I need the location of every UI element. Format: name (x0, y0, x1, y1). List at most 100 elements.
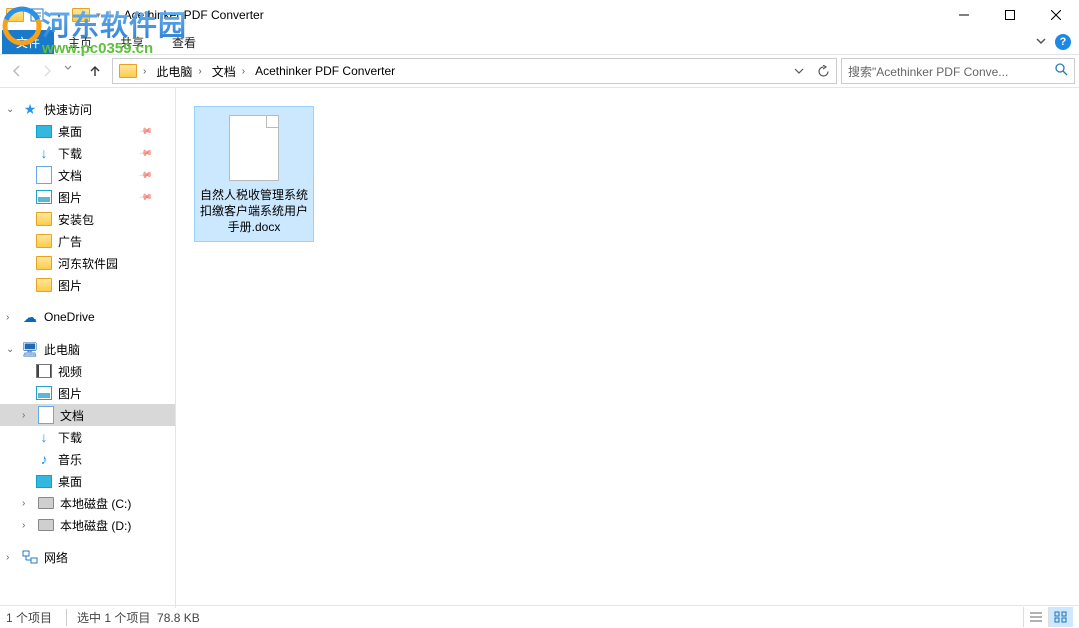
view-details-button[interactable] (1023, 607, 1048, 627)
tree-label: 广告 (58, 233, 82, 250)
tree-quick-item[interactable]: 图片 📌 (0, 186, 175, 208)
search-icon (1055, 63, 1068, 79)
tree-pc-item[interactable]: ↓ 下载 (0, 426, 175, 448)
tree-quick-item[interactable]: 图片 (0, 274, 175, 296)
tree-pc-item[interactable]: ›本地磁盘 (D:) (0, 514, 175, 536)
pc-icon: 🖥 (22, 341, 38, 357)
file-tab[interactable]: 文件 (2, 30, 54, 54)
tree-quick-item[interactable]: 文档📌 (0, 164, 175, 186)
tree-label: 下载 (58, 429, 82, 446)
tree-label: 网络 (44, 549, 68, 566)
tab-home[interactable]: 主页 (54, 30, 106, 54)
file-thumbnail-icon (229, 115, 279, 181)
tree-pc-item[interactable]: 桌面 (0, 470, 175, 492)
status-selected: 选中 1 个项目 78.8 KB (66, 609, 200, 626)
expander-icon[interactable]: › (22, 498, 32, 509)
crumb-current[interactable]: Acethinker PDF Converter (251, 60, 399, 82)
close-button[interactable] (1033, 0, 1079, 30)
tab-share[interactable]: 共享 (106, 30, 158, 54)
refresh-icon[interactable] (812, 60, 834, 82)
tree-quick-item[interactable]: 桌面 📌 (0, 120, 175, 142)
nav-recent-button[interactable] (64, 58, 78, 84)
expander-icon[interactable]: › (6, 552, 16, 563)
tree-pc-item[interactable]: › 本地磁盘 (C:) (0, 492, 175, 514)
file-list-area[interactable]: 自然人税收管理系统扣缴客户端系统用户手册.docx (176, 88, 1079, 608)
tree-pc-item[interactable]: 图片 (0, 382, 175, 404)
help-icon[interactable]: ? (1055, 34, 1071, 50)
address-bar[interactable]: › 此电脑› 文档› Acethinker PDF Converter (112, 58, 837, 84)
crumb-this-pc[interactable]: 此电脑› (152, 60, 205, 82)
tree-label: 快速访问 (44, 101, 92, 118)
tree-label: 文档 (60, 407, 84, 424)
document-icon (36, 167, 52, 183)
expander-icon[interactable]: › (6, 312, 16, 323)
crumb-documents[interactable]: 文档› (208, 60, 249, 82)
music-icon: ♪ (36, 451, 52, 467)
tree-label: 桌面 (58, 123, 82, 140)
tree-label: 图片 (58, 385, 82, 402)
expander-icon[interactable]: › (22, 520, 32, 531)
tree-network[interactable]: › 网络 (0, 546, 175, 568)
view-icons-button[interactable] (1048, 607, 1073, 627)
picture-icon (36, 189, 52, 205)
window-title: Acethinker PDF Converter (124, 8, 264, 22)
tree-label: 音乐 (58, 451, 82, 468)
expander-icon[interactable]: ⌄ (6, 104, 16, 115)
ribbon-tabs: 文件 主页 共享 查看 ? (0, 30, 1079, 55)
drive-icon (38, 495, 54, 511)
folder-icon (36, 255, 52, 271)
qat-folder2-icon[interactable] (72, 6, 90, 24)
tree-label: OneDrive (44, 310, 95, 324)
tree-pc-item[interactable]: 视频 (0, 360, 175, 382)
tree-label: 河东软件园 (58, 255, 118, 272)
nav-back-button[interactable] (4, 58, 30, 84)
tree-label: 安装包 (58, 211, 94, 228)
network-icon (22, 549, 38, 565)
picture-icon (36, 385, 52, 401)
tree-quick-item[interactable]: 广告 (0, 230, 175, 252)
document-icon (38, 407, 54, 423)
address-dropdown-icon[interactable] (788, 60, 810, 82)
title-pipe: | (109, 8, 112, 22)
expander-icon[interactable]: › (22, 410, 32, 421)
pin-icon: 📌 (138, 189, 154, 205)
qat-properties-icon[interactable] (28, 6, 46, 24)
maximize-button[interactable] (987, 0, 1033, 30)
tree-pc-item[interactable]: ♪ 音乐 (0, 448, 175, 470)
search-input[interactable]: 搜索"Acethinker PDF Conve... (841, 58, 1075, 84)
cloud-icon: ☁ (22, 309, 38, 325)
tree-quick-item[interactable]: ↓下载📌 (0, 142, 175, 164)
qat-overflow[interactable]: ▾ (50, 6, 68, 24)
minimize-button[interactable] (941, 0, 987, 30)
pin-icon: 📌 (138, 167, 154, 183)
tree-this-pc[interactable]: ⌄ 🖥 此电脑 (0, 338, 175, 360)
video-icon (36, 363, 52, 379)
tree-onedrive[interactable]: › ☁ OneDrive (0, 306, 175, 328)
nav-forward-button[interactable] (34, 58, 60, 84)
file-item[interactable]: 自然人税收管理系统扣缴客户端系统用户手册.docx (194, 106, 314, 242)
nav-up-button[interactable] (82, 58, 108, 84)
pin-icon: 📌 (138, 123, 154, 139)
qat-folder-icon[interactable] (6, 6, 24, 24)
pin-icon: 📌 (138, 145, 154, 161)
tree-label: 本地磁盘 (C:) (60, 495, 131, 512)
folder-icon (36, 211, 52, 227)
tab-view[interactable]: 查看 (158, 30, 210, 54)
tree-pc-item[interactable]: › 文档 (0, 404, 175, 426)
drive-icon (38, 517, 54, 533)
expander-icon[interactable]: ⌄ (6, 344, 16, 355)
tree-label: 图片 (58, 277, 82, 294)
folder-icon (36, 277, 52, 293)
tree-label: 图片 (58, 189, 82, 206)
tree-label: 此电脑 (44, 341, 80, 358)
download-icon: ↓ (36, 429, 52, 445)
tree-quick-access[interactable]: ⌄ ★ 快速访问 (0, 98, 175, 120)
tree-quick-item[interactable]: 安装包 (0, 208, 175, 230)
title-separator: ▾ (96, 10, 101, 21)
title-bar: ▾ ▾ | Acethinker PDF Converter (0, 0, 1079, 30)
ribbon-expand-icon[interactable] (1035, 35, 1047, 50)
file-name: 自然人税收管理系统扣缴客户端系统用户手册.docx (199, 187, 309, 235)
crumb-root-icon[interactable]: › (115, 60, 150, 82)
tree-quick-item[interactable]: 河东软件园 (0, 252, 175, 274)
star-icon: ★ (22, 101, 38, 117)
